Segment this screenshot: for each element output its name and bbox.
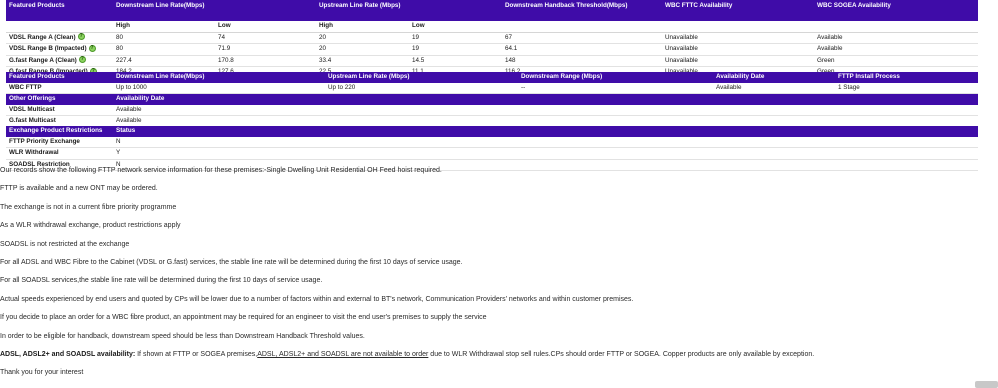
fttp-table: Featured Products Downstream Line Rate(M… [6, 72, 978, 94]
col-fttc-availability: WBC FTTC Availability [662, 0, 814, 21]
restriction-status: N [113, 136, 978, 148]
horizontal-scrollbar-thumb[interactable] [975, 381, 998, 388]
subheader-high: High [113, 21, 215, 33]
note-underlined-text: ADSL, ADSL2+ and SOADSL are not availabl… [257, 350, 429, 358]
product-name: VDSL Range A (Clean) [9, 33, 76, 41]
downstream-high: 80 [113, 32, 215, 44]
featured-products-table: Featured Products Downstream Line Rate(M… [6, 0, 978, 79]
note-text: due to WLR Withdrawal stop sell rules.CP… [428, 350, 815, 358]
downstream-high: 80 [113, 43, 215, 56]
table-row: FTTP Priority Exchange N [6, 136, 978, 148]
downstream-range: -- [518, 82, 713, 94]
featured-subheader-row: High Low High Low [6, 21, 978, 33]
col-downstream-rate: Downstream Line Rate(Mbps) [113, 0, 316, 21]
downstream-low: 74 [215, 32, 316, 44]
col-other-offerings: Other Offerings [6, 94, 113, 105]
table-row: VDSL Range A (Clean)? 80 74 20 19 67 Una… [6, 32, 978, 44]
featured-header-row: Featured Products Downstream Line Rate(M… [6, 0, 978, 21]
upstream-high: 20 [316, 32, 409, 44]
subheader-low: Low [409, 21, 502, 33]
note-line: SOADSL is not restricted at the exchange [0, 240, 130, 248]
upstream-low: 14.5 [409, 55, 502, 67]
col-availability-date: Availability Date [113, 94, 978, 105]
col-status: Status [113, 126, 978, 137]
sogea-availability: Available [814, 32, 978, 44]
upstream-low: 19 [409, 43, 502, 56]
upstream-high: 20 [316, 43, 409, 56]
restriction-name: WLR Withdrawal [6, 147, 113, 160]
restriction-name: FTTP Priority Exchange [6, 136, 113, 148]
note-line: FTTP is available and a new ONT may be o… [0, 185, 158, 193]
fttc-availability: Unavailable [662, 43, 814, 56]
note-line: For all SOADSL services,the stable line … [0, 277, 323, 285]
sogea-availability: Green [814, 55, 978, 67]
note-line: Thank you for your interest [0, 369, 84, 377]
product-name: VDSL Range B (Impacted) [9, 45, 87, 52]
table-row: VDSL Multicast Available [6, 104, 978, 116]
col-upstream-rate: Upstream Line Rate (Mbps) [325, 72, 518, 83]
note-line: Our records show the following FTTP netw… [0, 167, 442, 174]
service-notes: Our records show the following FTTP netw… [0, 166, 998, 387]
info-icon[interactable]: ? [77, 33, 85, 41]
copper-availability-note: ADSL, ADSL2+ and SOADSL availability: If… [0, 350, 998, 368]
col-handback-threshold: Downstream Handback Threshold(Mbps) [502, 0, 662, 21]
table-row: WBC FTTP Up to 1000 Up to 220 -- Availab… [6, 82, 978, 94]
offering-availability: Available [113, 104, 978, 116]
col-upstream-rate: Upstream Line Rate (Mbps) [316, 0, 502, 21]
upstream-rate: Up to 220 [325, 82, 518, 94]
upstream-low: 19 [409, 32, 502, 44]
note-line: If you decide to place an order for a WB… [0, 314, 487, 322]
col-downstream-rate: Downstream Line Rate(Mbps) [113, 72, 325, 83]
col-exchange-restrictions: Exchange Product Restrictions [6, 126, 113, 137]
info-icon[interactable]: ? [78, 56, 86, 64]
col-featured-products: Featured Products [6, 0, 113, 21]
downstream-high: 227.4 [113, 55, 215, 67]
col-featured-products: Featured Products [6, 72, 113, 83]
note-text: If shown at FTTP or SOGEA premises, [135, 350, 258, 358]
sogea-availability: Available [814, 43, 978, 56]
note-line: As a WLR withdrawal exchange, product re… [0, 222, 181, 230]
install-process: 1 Stage [835, 82, 978, 94]
offering-name: VDSL Multicast [6, 104, 113, 116]
fttc-availability: Unavailable [662, 55, 814, 67]
availability-date: Available [713, 82, 835, 94]
table-row: VDSL Range B (Impacted)? 80 71.9 20 19 6… [6, 43, 978, 56]
subheader-low: Low [215, 21, 316, 33]
table-row: G.fast Range A (Clean)? 227.4 170.8 33.4… [6, 55, 978, 67]
restriction-status: Y [113, 147, 978, 160]
note-line: In order to be eligible for handback, do… [0, 332, 365, 340]
col-sogea-availability: WBC SOGEA Availability [814, 0, 978, 21]
product-name: G.fast Range A (Clean) [9, 56, 77, 64]
product-name: WBC FTTP [6, 82, 113, 94]
fttc-availability: Unavailable [662, 32, 814, 44]
table-row: WLR Withdrawal Y [6, 147, 978, 160]
other-header-row: Other Offerings Availability Date [6, 94, 978, 105]
exchange-restrictions-table: Exchange Product Restrictions Status FTT… [6, 126, 978, 171]
handback-threshold: 148 [502, 55, 662, 67]
downstream-rate: Up to 1000 [113, 82, 325, 94]
other-offerings-table: Other Offerings Availability Date VDSL M… [6, 94, 978, 128]
note-line: Actual speeds experienced by end users a… [0, 295, 634, 303]
col-availability-date: Availability Date [713, 72, 835, 83]
exchange-header-row: Exchange Product Restrictions Status [6, 126, 978, 137]
handback-threshold: 67 [502, 32, 662, 44]
handback-threshold: 64.1 [502, 43, 662, 56]
downstream-low: 71.9 [215, 43, 316, 56]
upstream-high: 33.4 [316, 55, 409, 67]
subheader-high: High [316, 21, 409, 33]
note-line: The exchange is not in a current fibre p… [0, 203, 177, 211]
fttp-header-row: Featured Products Downstream Line Rate(M… [6, 72, 978, 83]
copper-availability-heading: ADSL, ADSL2+ and SOADSL availability: [0, 350, 136, 358]
col-fttp-install-process: FTTP Install Process [835, 72, 978, 83]
note-line: For all ADSL and WBC Fibre to the Cabine… [0, 258, 463, 266]
downstream-low: 170.8 [215, 55, 316, 67]
col-downstream-range: Downstream Range (Mbps) [518, 72, 713, 83]
info-icon[interactable]: ? [88, 44, 96, 52]
